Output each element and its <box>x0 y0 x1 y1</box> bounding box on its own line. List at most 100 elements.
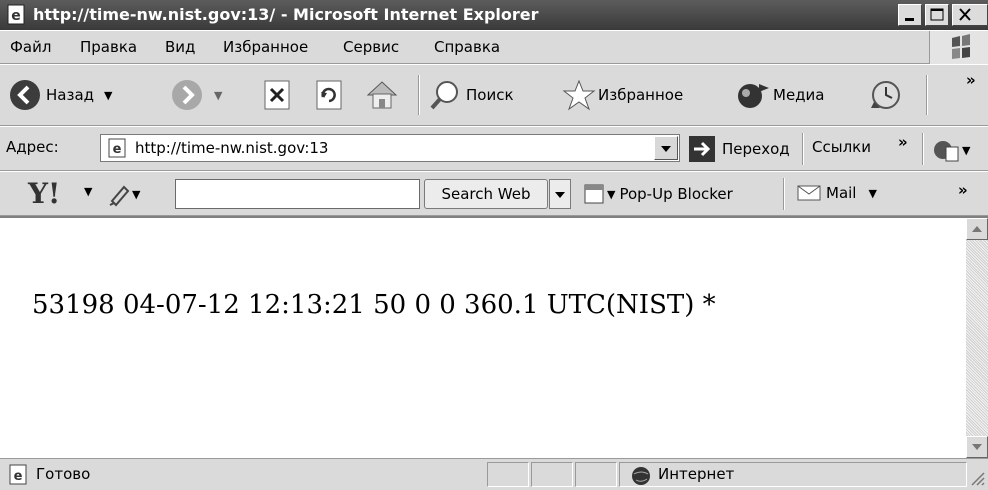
security-zone-label: Интернет <box>658 465 735 483</box>
yahoo-dropdown-icon[interactable]: ▼ <box>84 185 92 198</box>
close-icon <box>959 8 971 21</box>
go-arrow-icon <box>689 136 715 162</box>
mail-label: Mail <box>826 184 857 202</box>
forward-arrow-icon <box>172 80 202 110</box>
home-icon <box>366 81 398 109</box>
yahoo-search-input[interactable] <box>175 179 420 209</box>
envelope-icon <box>797 185 821 201</box>
scroll-up-button[interactable] <box>966 218 988 240</box>
search-button[interactable]: Поиск <box>428 78 514 112</box>
status-text: Готово <box>36 465 91 483</box>
svg-text:e: e <box>11 8 21 24</box>
popup-dropdown-icon: ▼ <box>607 187 616 201</box>
standard-toolbar: Назад ▼ ▼ Поиск Избранное Медиа » <box>0 64 988 126</box>
yahoo-logo[interactable]: Y! <box>28 177 60 210</box>
svg-text:e: e <box>14 469 23 484</box>
stop-button[interactable] <box>262 79 292 111</box>
search-label: Поиск <box>466 86 514 104</box>
menu-edit[interactable]: Правка <box>80 38 137 56</box>
chevron-up-icon <box>972 226 982 232</box>
yahoo-more-chevron[interactable]: » <box>958 181 968 199</box>
stop-icon <box>264 80 290 110</box>
nist-time-text: 53198 04-07-12 12:13:21 50 0 0 360.1 UTC… <box>32 290 716 320</box>
history-button[interactable] <box>868 78 904 112</box>
forward-button[interactable]: ▼ <box>170 78 222 112</box>
address-value: http://time-nw.nist.gov:13 <box>135 139 329 157</box>
forward-dropdown-icon[interactable]: ▼ <box>214 89 222 102</box>
page-tool-icon <box>934 141 959 162</box>
address-separator <box>802 133 804 165</box>
close-button[interactable] <box>952 4 988 26</box>
status-pane <box>487 462 529 487</box>
menu-help[interactable]: Справка <box>434 38 500 56</box>
favorites-label: Избранное <box>598 86 684 104</box>
favorites-button[interactable]: Избранное <box>562 78 683 112</box>
svg-text:e: e <box>113 142 122 157</box>
title-bar: e http://time-nw.nist.gov:13/ - Microsof… <box>0 0 988 30</box>
popup-blocker-button[interactable]: ▼ Pop-Up Blocker <box>583 182 733 206</box>
mail-dropdown-icon[interactable]: ▼ <box>868 187 876 200</box>
chevron-down-icon <box>555 192 565 198</box>
address-separator <box>922 133 924 165</box>
address-input[interactable]: e http://time-nw.nist.gov:13 <box>100 134 680 162</box>
minimize-icon <box>905 18 914 21</box>
back-dropdown-icon[interactable]: ▼ <box>104 89 112 102</box>
chevron-down-icon <box>972 444 982 450</box>
browser-window: e http://time-nw.nist.gov:13/ - Microsof… <box>0 0 988 490</box>
page-content: 53198 04-07-12 12:13:21 50 0 0 360.1 UTC… <box>0 216 988 458</box>
chevron-down-icon <box>661 146 671 152</box>
home-button[interactable] <box>364 77 400 113</box>
address-bar: Адрес: e http://time-nw.nist.gov:13 Пере… <box>0 126 988 171</box>
window-title: http://time-nw.nist.gov:13/ - Microsoft … <box>33 5 539 24</box>
menu-tools[interactable]: Сервис <box>343 38 399 56</box>
windows-flag-icon <box>952 34 970 59</box>
links-label[interactable]: Ссылки <box>812 138 871 156</box>
ie-page-icon: e <box>108 138 126 158</box>
maximize-button[interactable] <box>925 4 949 26</box>
refresh-icon <box>316 80 342 110</box>
history-icon <box>871 81 900 109</box>
star-icon <box>562 79 596 111</box>
yahoo-separator <box>783 178 785 210</box>
popup-window-icon <box>584 184 604 204</box>
refresh-button[interactable] <box>314 79 344 111</box>
menu-favorites[interactable]: Избранное <box>223 38 308 56</box>
minimize-button[interactable] <box>898 4 922 26</box>
highlighter-button[interactable]: ▼ <box>106 181 140 207</box>
search-web-dropdown[interactable] <box>549 179 571 209</box>
go-label: Переход <box>722 140 790 158</box>
back-label: Назад <box>46 86 95 104</box>
status-pane <box>531 462 573 487</box>
search-web-button[interactable]: Search Web <box>424 179 548 209</box>
menu-bar: Файл Правка Вид Избранное Сервис Справка <box>0 30 988 65</box>
back-button[interactable]: Назад ▼ <box>8 78 112 112</box>
go-button[interactable]: Переход <box>688 135 790 163</box>
media-label: Медиа <box>773 86 825 104</box>
media-icon <box>738 84 769 108</box>
address-label: Адрес: <box>6 138 59 156</box>
maximize-icon <box>930 8 944 21</box>
windows-logo <box>929 31 988 65</box>
address-dropdown-button[interactable] <box>654 136 678 160</box>
scroll-down-button[interactable] <box>966 436 988 458</box>
popup-blocker-label: Pop-Up Blocker <box>619 185 733 203</box>
extra-tool-dropdown-icon: ▼ <box>962 143 971 157</box>
toolbar-more-chevron[interactable]: » <box>966 71 976 89</box>
media-button[interactable]: Медиа <box>735 78 824 112</box>
mail-button[interactable]: Mail ▼ <box>796 183 877 203</box>
pen-dropdown-icon: ▼ <box>132 187 141 201</box>
search-magnifier-icon <box>430 81 458 110</box>
resize-grip-icon[interactable] <box>968 469 986 487</box>
yahoo-toolbar: Y! ▼ ▼ Search Web ▼ Pop-Up Blocker Mail … <box>0 171 988 216</box>
ie-page-icon: e <box>9 464 27 485</box>
menu-file[interactable]: Файл <box>10 38 51 56</box>
menu-view[interactable]: Вид <box>165 38 195 56</box>
extra-tool-button[interactable]: ▼ <box>932 137 970 163</box>
ie-page-icon: e <box>7 4 25 25</box>
links-more-chevron[interactable]: » <box>898 133 908 151</box>
globe-icon <box>632 467 650 485</box>
vertical-scrollbar[interactable] <box>966 218 988 458</box>
back-arrow-icon <box>10 80 40 110</box>
toolbar-separator <box>926 75 928 115</box>
status-bar: e Готово Интернет <box>0 458 988 490</box>
